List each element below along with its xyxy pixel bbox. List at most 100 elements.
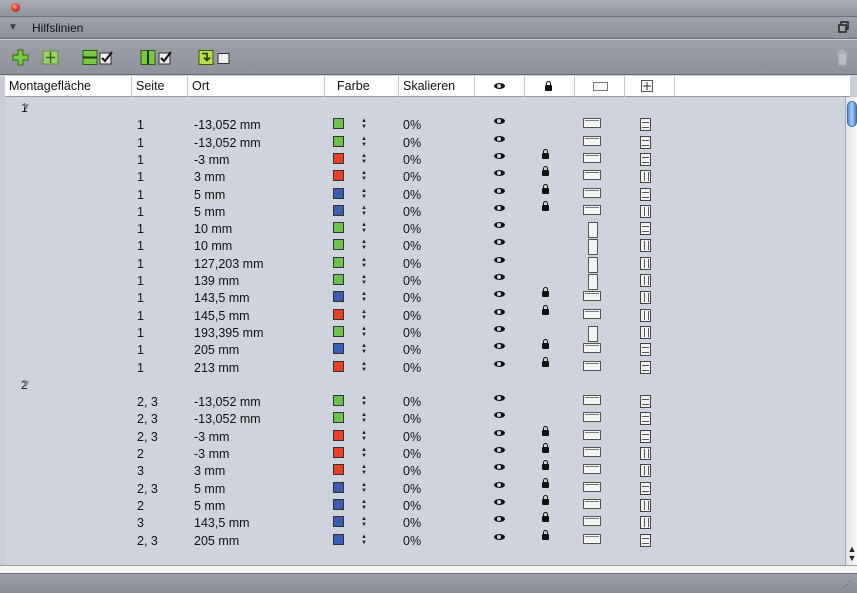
ort-cell[interactable]: 145,5 mm (194, 309, 250, 323)
eye-icon[interactable] (494, 170, 505, 177)
color-stepper-icon[interactable]: ▲ ▼ (360, 395, 368, 407)
eye-icon[interactable] (494, 325, 505, 332)
table-row[interactable]: 1 5 mm ▲ ▼ 0% (5, 200, 845, 221)
table-row[interactable]: 1 193,395 mm ▲ ▼ 0% (5, 325, 845, 342)
color-stepper-icon[interactable]: ▲ ▼ (360, 326, 368, 338)
ort-cell[interactable]: -13,052 mm (194, 412, 261, 426)
close-icon[interactable] (11, 3, 20, 12)
color-swatch[interactable] (333, 447, 344, 458)
spread-vertical-icon[interactable] (640, 170, 651, 184)
spread-horizontal-icon[interactable] (640, 429, 651, 443)
color-stepper-icon[interactable]: ▲ ▼ (360, 482, 368, 494)
eye-icon[interactable] (494, 118, 505, 125)
vertical-orientation-icon[interactable] (588, 222, 598, 239)
spread-vertical-icon[interactable] (640, 464, 651, 478)
spread-vertical-icon[interactable] (640, 204, 651, 218)
ort-cell[interactable]: 3 mm (194, 464, 225, 478)
table-row[interactable]: 1 213 mm ▲ ▼ 0% (5, 356, 845, 377)
table-row[interactable]: 1 145,5 mm ▲ ▼ 0% (5, 304, 845, 325)
color-swatch[interactable] (333, 118, 344, 130)
lock-icon[interactable] (542, 529, 549, 540)
color-stepper-icon[interactable]: ▲ ▼ (360, 534, 368, 546)
color-stepper-icon[interactable]: ▲ ▼ (360, 361, 368, 373)
lock-icon[interactable] (542, 339, 549, 350)
lock-icon[interactable] (542, 148, 549, 159)
eye-icon[interactable] (494, 516, 505, 523)
disclosure-triangle-icon[interactable]: ▼ (21, 379, 31, 390)
eye-icon[interactable] (494, 204, 505, 211)
ort-cell[interactable]: 5 mm (194, 499, 225, 513)
eye-icon[interactable] (494, 343, 505, 350)
disclosure-triangle-icon[interactable]: ▼ (21, 102, 31, 113)
eye-icon[interactable] (494, 481, 505, 488)
ort-cell[interactable]: 139 mm (194, 274, 239, 288)
color-swatch[interactable] (333, 135, 344, 147)
color-swatch[interactable] (333, 343, 344, 355)
color-stepper-icon[interactable]: ▲ ▼ (360, 412, 368, 424)
table-row[interactable]: 3 143,5 mm ▲ ▼ 0% (5, 512, 845, 532)
eye-icon[interactable] (494, 291, 505, 298)
ort-cell[interactable]: -3 mm (194, 430, 229, 444)
ort-cell[interactable]: 5 mm (194, 482, 225, 496)
lock-icon[interactable] (542, 200, 549, 211)
lock-icon[interactable] (542, 304, 549, 315)
col-ort[interactable]: Ort (188, 76, 325, 97)
color-swatch[interactable] (333, 170, 344, 182)
ort-cell[interactable]: 10 mm (194, 239, 232, 253)
snap-icon[interactable] (198, 49, 214, 66)
horizontal-orientation-icon[interactable] (583, 533, 601, 544)
eye-icon[interactable] (494, 135, 505, 142)
table-row[interactable]: 1 127,203 mm ▲ ▼ 0% (5, 256, 845, 273)
table-row[interactable]: 2, 3 -13,052 mm ▲ ▼ 0% (5, 394, 845, 411)
vertical-scrollbar[interactable]: ▲ ▼ (845, 97, 857, 565)
table-row[interactable]: 1 10 mm ▲ ▼ 0% (5, 238, 845, 256)
horizontal-orientation-icon[interactable] (583, 429, 601, 440)
color-swatch[interactable] (333, 325, 344, 337)
table-row[interactable]: 1 -13,052 mm ▲ ▼ 0% (5, 117, 845, 134)
color-swatch[interactable] (333, 481, 344, 493)
vertical-orientation-icon[interactable] (588, 256, 598, 273)
ort-cell[interactable]: 127,203 mm (194, 257, 263, 271)
color-stepper-icon[interactable]: ▲ ▼ (360, 205, 368, 217)
color-swatch[interactable] (333, 222, 344, 234)
distribute-icon[interactable] (42, 49, 59, 66)
col-spread[interactable] (625, 76, 675, 97)
ort-cell[interactable]: 205 mm (194, 343, 239, 357)
table-row[interactable]: 1 143,5 mm ▲ ▼ 0% (5, 287, 845, 307)
scroll-arrows[interactable]: ▲ ▼ (847, 545, 857, 563)
horizontal-orientation-icon[interactable] (583, 308, 601, 319)
color-stepper-icon[interactable]: ▲ ▼ (360, 274, 368, 286)
resize-grip-icon[interactable]: ⋰ (843, 580, 853, 590)
eye-icon[interactable] (494, 464, 505, 471)
horizontal-orientation-icon[interactable] (583, 204, 601, 215)
horizontal-orientation-icon[interactable] (583, 152, 601, 163)
eye-icon[interactable] (494, 274, 505, 280)
table-row[interactable]: 2 -3 mm ▲ ▼ 0% (5, 443, 845, 463)
color-swatch[interactable] (333, 291, 344, 303)
ort-cell[interactable]: 213 mm (194, 361, 239, 375)
lock-icon[interactable] (542, 477, 549, 488)
color-stepper-icon[interactable]: ▲ ▼ (360, 430, 368, 442)
table-row[interactable]: 2 5 mm ▲ ▼ 0% (5, 494, 845, 515)
trash-icon[interactable] (836, 49, 849, 66)
table-row[interactable]: 1 10 mm ▲ ▼ 0% (5, 221, 845, 239)
eye-icon[interactable] (494, 360, 505, 367)
lock-icon[interactable] (542, 460, 549, 471)
collapse-triangle-icon[interactable]: ▼ (8, 22, 18, 33)
spread-vertical-icon[interactable] (640, 498, 651, 512)
horizontal-orientation-icon[interactable] (583, 135, 601, 146)
eye-icon[interactable] (494, 429, 505, 436)
ort-cell[interactable]: 143,5 mm (194, 291, 250, 305)
horizontal-orientation-icon[interactable] (583, 395, 601, 406)
lock-icon[interactable] (542, 166, 549, 177)
table-row[interactable]: 1 3 mm ▲ ▼ 0% (5, 166, 845, 186)
color-swatch[interactable] (333, 256, 344, 268)
ort-cell[interactable]: -3 mm (194, 153, 229, 167)
vertical-orientation-icon[interactable] (588, 239, 598, 256)
color-stepper-icon[interactable]: ▲ ▼ (360, 257, 368, 269)
col-orientation[interactable] (575, 76, 625, 97)
table-row[interactable]: 1 205 mm ▲ ▼ 0% (5, 339, 845, 359)
table-row[interactable]: 1 139 mm ▲ ▼ 0% (5, 273, 845, 290)
col-farbe[interactable]: Farbe (325, 76, 399, 97)
color-stepper-icon[interactable]: ▲ ▼ (360, 309, 368, 321)
